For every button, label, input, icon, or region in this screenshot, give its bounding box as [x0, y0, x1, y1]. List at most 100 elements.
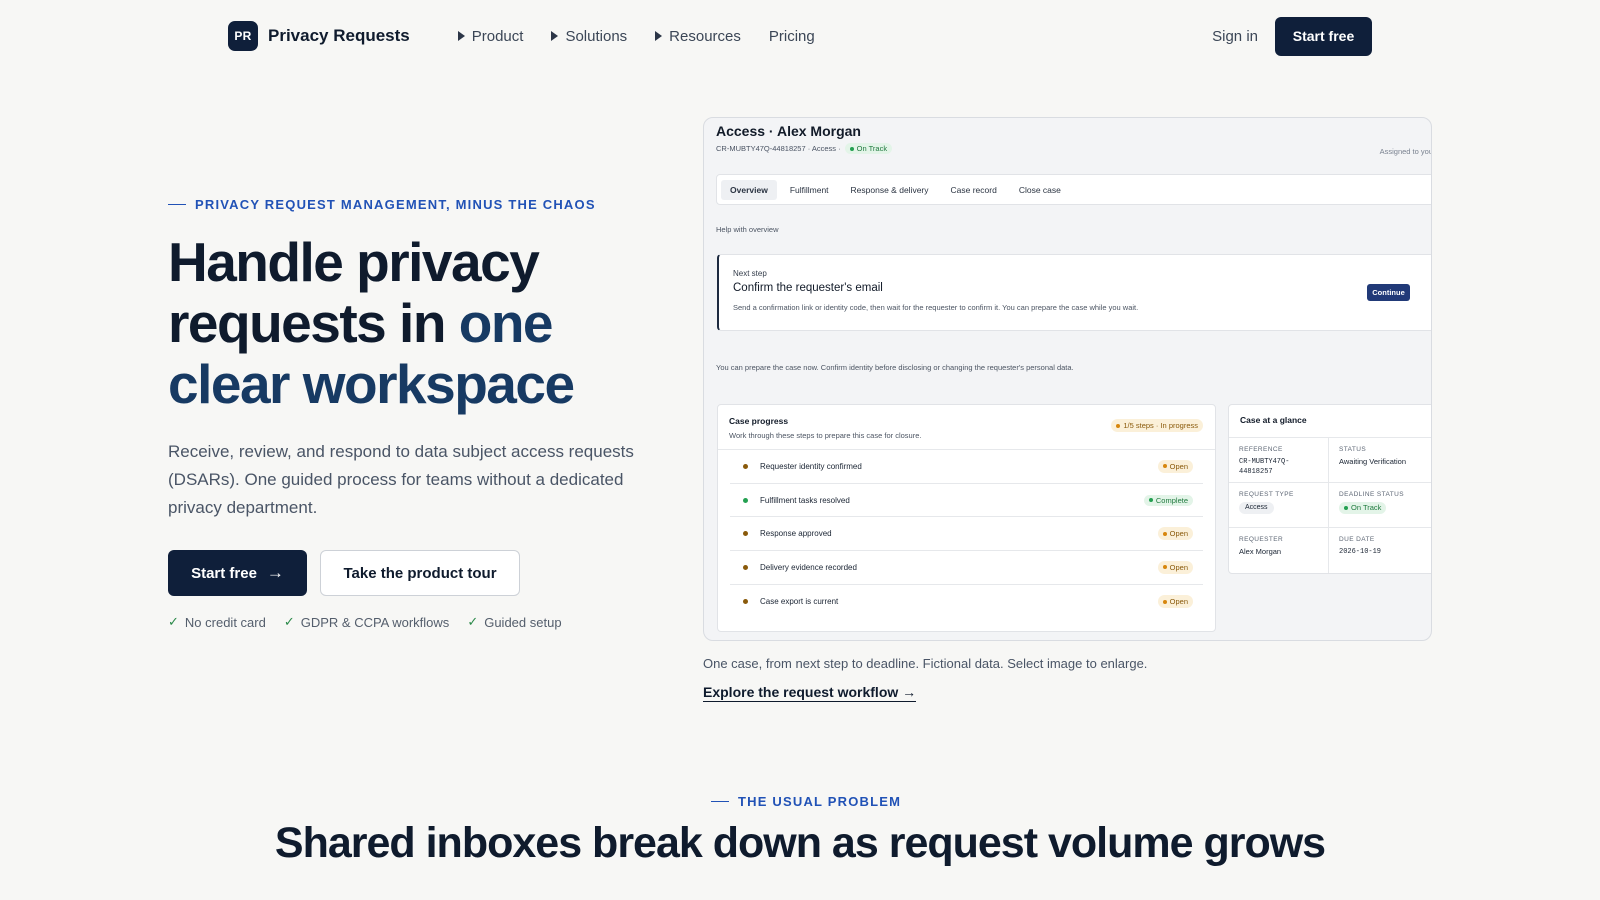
check-item: ✓ No credit card: [168, 614, 266, 630]
status-dot-icon: [1344, 506, 1348, 510]
check-item-label: No credit card: [184, 614, 266, 630]
progress-row-label: Response approved: [760, 529, 832, 539]
progress-status-badge: Open: [1157, 459, 1193, 473]
glance-value: CR-MUBTY47Q-44818257: [1239, 458, 1290, 476]
progress-status-label: Complete: [1155, 495, 1188, 505]
case-progress-card: Case progress Work through these steps t…: [717, 404, 1216, 632]
menu-item-resources[interactable]: Resources: [655, 28, 741, 45]
next-step-label: Next step: [733, 269, 767, 278]
status-dot-icon: [1162, 565, 1167, 570]
deadline-badge: On Track: [1339, 502, 1387, 514]
case-progress-subtitle: Work through these steps to prepare this…: [729, 431, 922, 440]
tab-case-record[interactable]: Case record: [942, 180, 1006, 200]
progress-status-badge: Complete: [1143, 494, 1193, 506]
glance-status: STATUS Awaiting Verification: [1329, 438, 1431, 483]
case-tabs: Overview Fulfillment Response & delivery…: [716, 174, 1431, 205]
progress-row[interactable]: Fulfillment tasks resolved Complete: [730, 484, 1203, 518]
glance-key: REQUESTER: [1239, 536, 1284, 543]
check-item: ✓ Guided setup: [467, 614, 561, 630]
case-meta: CR-MUBTY47Q-44818257 · Access · On Track: [716, 143, 893, 154]
glance-value: Awaiting Verification: [1339, 457, 1406, 466]
product-screenshot[interactable]: Access · Alex Morgan CR-MUBTY47Q-4481825…: [703, 117, 1432, 641]
glance-value: Alex Morgan: [1239, 547, 1282, 556]
logo-mark: PR: [228, 21, 258, 51]
caret-right-icon: [457, 31, 465, 41]
progress-row[interactable]: Delivery evidence recorded Open: [730, 551, 1203, 585]
menu-item-pricing[interactable]: Pricing: [769, 28, 815, 45]
next-step-card: Next step Confirm the requester's email …: [717, 254, 1431, 331]
progress-row-label: Delivery evidence recorded: [760, 562, 857, 572]
case-status-label: On Track: [856, 144, 888, 153]
problem-title-text: Shared inboxes break down as request vol…: [274, 819, 1326, 867]
checkmark-icon: ✓: [467, 614, 479, 629]
bullet-icon: [743, 497, 748, 503]
hero-checklist: ✓ No credit card ✓ GDPR & CCPA workflows…: [168, 614, 562, 630]
help-link[interactable]: Help with overview: [716, 225, 779, 234]
progress-row[interactable]: Requester identity confirmed Open: [730, 450, 1203, 484]
bullet-icon: [743, 599, 748, 605]
case-reference: CR-MUBTY47Q-44818257 · Access ·: [716, 144, 841, 153]
tab-fulfillment[interactable]: Fulfillment: [781, 180, 838, 200]
next-step-description: Send a confirmation link or identity cod…: [733, 303, 1139, 312]
eyebrow-dash: [711, 800, 729, 803]
glance-key: REFERENCE: [1239, 446, 1283, 453]
progress-status-label: Open: [1169, 597, 1188, 607]
progress-row-label: Requester identity confirmed: [760, 461, 862, 471]
glance-title: Case at a glance: [1229, 405, 1431, 438]
tab-close-case[interactable]: Close case: [1010, 180, 1070, 200]
case-at-a-glance-card: Case at a glance REFERENCE CR-MUBTY47Q-4…: [1228, 404, 1431, 574]
bullet-icon: [743, 531, 748, 537]
glance-request-type: REQUEST TYPE Access: [1229, 483, 1329, 528]
sign-in-link[interactable]: Sign in: [1212, 28, 1258, 45]
next-step-title: Confirm the requester's email: [733, 282, 883, 294]
continue-button[interactable]: Continue: [1367, 284, 1410, 301]
caret-right-icon: [655, 31, 663, 41]
eyebrow-dash: [168, 203, 186, 206]
tab-overview[interactable]: Overview: [721, 179, 777, 200]
hero-title: Handle privacy requests in one clear wor…: [168, 232, 668, 415]
hero-start-free-button[interactable]: Start free →: [168, 550, 307, 596]
check-item: ✓ GDPR & CCPA workflows: [284, 614, 449, 630]
progress-badge-label: 1/5 steps · In progress: [1123, 421, 1198, 430]
menu-item-label: Product: [471, 27, 524, 45]
nav-actions: Sign in Start free: [1212, 16, 1372, 56]
explore-workflow-link[interactable]: Explore the request workflow →: [703, 684, 917, 702]
progress-status-badge: Open: [1157, 560, 1193, 574]
bullet-icon: [743, 564, 748, 570]
glance-due-date: DUE DATE 2026-10-19: [1329, 528, 1431, 573]
glance-key: STATUS: [1339, 446, 1367, 453]
main-menu: Product Solutions Resources Pricing: [457, 27, 815, 45]
progress-row[interactable]: Response approved Open: [730, 517, 1203, 552]
arrow-right-icon: →: [266, 563, 284, 582]
product-tour-button[interactable]: Take the product tour: [320, 550, 520, 596]
assigned-label: Assigned to you: [1379, 147, 1432, 156]
glance-reference: REFERENCE CR-MUBTY47Q-44818257: [1229, 438, 1329, 483]
logo[interactable]: PR Privacy Requests: [228, 21, 410, 51]
hero-eyebrow-text: PRIVACY REQUEST MANAGEMENT, MINUS THE CH…: [195, 197, 596, 212]
glance-key: DUE DATE: [1339, 536, 1375, 543]
nav-start-free-button[interactable]: Start free: [1275, 16, 1372, 56]
status-dot-icon: [849, 146, 854, 151]
check-item-label: Guided setup: [484, 614, 562, 630]
glance-value: 2026-10-19: [1339, 548, 1382, 556]
progress-status-badge: Open: [1157, 595, 1193, 609]
glance-key: REQUEST TYPE: [1239, 491, 1294, 498]
case-progress-header: Case progress Work through these steps t…: [718, 405, 1215, 450]
progress-row-label: Case export is current: [760, 597, 839, 607]
menu-item-label: Resources: [669, 27, 741, 45]
status-dot-icon: [1162, 531, 1167, 536]
glance-requester: REQUESTER Alex Morgan: [1229, 528, 1329, 573]
progress-row[interactable]: Case export is current Open: [730, 585, 1203, 619]
status-dot-icon: [1162, 464, 1167, 469]
menu-item-solutions[interactable]: Solutions: [551, 28, 627, 45]
progress-status-label: Open: [1169, 529, 1188, 539]
glance-grid: REFERENCE CR-MUBTY47Q-44818257 STATUS Aw…: [1229, 438, 1431, 573]
checkmark-icon: ✓: [168, 614, 179, 629]
menu-item-product[interactable]: Product: [457, 27, 524, 45]
tab-response-delivery[interactable]: Response & delivery: [842, 180, 938, 200]
progress-status-badge: Open: [1157, 527, 1193, 541]
glance-deadline-status: DEADLINE STATUS On Track: [1329, 483, 1431, 528]
caret-right-icon: [551, 31, 559, 41]
hero-subtitle: Receive, review, and respond to data sub…: [168, 442, 634, 517]
case-status-badge: On Track: [844, 143, 893, 154]
